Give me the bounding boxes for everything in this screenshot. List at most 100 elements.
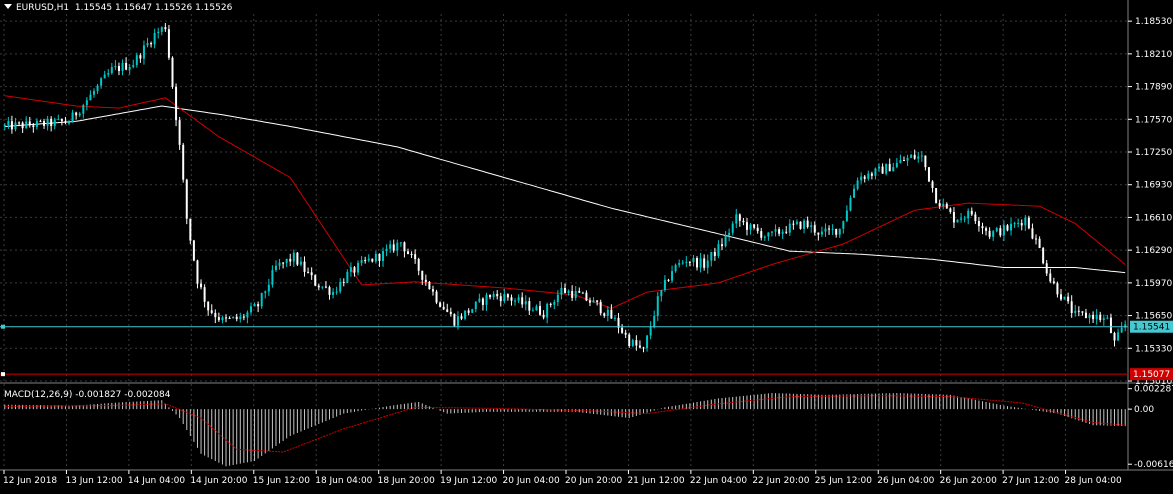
candle-body [963,218,966,220]
candle-body [742,220,745,223]
candle-body [688,261,691,263]
price-tick-label: 1.16930 [1135,181,1172,191]
candle-body [1049,273,1052,282]
candle-body [324,286,327,288]
candle-body [271,270,274,285]
candle-body [799,221,802,229]
candle-body [856,180,859,189]
candle-body [621,327,624,333]
candle-body [21,122,24,129]
candle-body [806,220,809,227]
candle-body [610,309,613,319]
candle-body [1081,311,1084,313]
candle-body [353,267,356,273]
candle-body [346,271,349,283]
candle-body [728,232,731,236]
candle-body [942,203,945,207]
candle-body [642,347,645,349]
candle-body [581,292,584,294]
candle-body [239,316,242,320]
candle-body [1013,223,1016,225]
candle-body [1099,314,1102,320]
candle-body [1124,324,1127,328]
candle-body [1027,217,1030,229]
time-tick-label: 21 Jun 12:00 [627,476,684,486]
candle-body [3,124,6,127]
candle-body [902,160,905,162]
candle-body [410,253,413,255]
candle-body [503,294,506,302]
candle-body [1113,333,1116,341]
candle-body [674,264,677,272]
candle-body [892,167,895,172]
candle-body [738,214,741,221]
price-tick-label: 1.15330 [1135,344,1172,354]
candle-body [28,121,31,126]
chart-canvas[interactable]: 1.18530 1.18210 1.17890 1.17570 1.17250 1.169… [0,0,1173,490]
candle-body [699,258,702,268]
candle-body [1102,318,1105,320]
candle-body [585,292,588,301]
candle-body [988,230,991,237]
candle-body [624,332,627,335]
macd-tick-label: -0.006163 [1134,460,1173,470]
candle-body [899,160,902,163]
candle-body [164,27,167,30]
candle-body [303,261,306,272]
candle-body [1038,238,1041,248]
candle-body [539,306,542,315]
candle-body [731,223,734,233]
candle-body [321,286,324,288]
time-tick-label: 26 Jun 20:00 [940,476,997,486]
candle-body [89,94,92,101]
candle-body [1020,223,1023,226]
candle-body [1042,247,1045,264]
candle-body [403,242,406,252]
candle-body [467,310,470,313]
candle-body [556,294,559,303]
candle-body [756,227,759,232]
candle-body [439,302,442,307]
candle-body [471,309,474,313]
candle-body [424,279,427,282]
candle-body [906,157,909,161]
candle-body [517,297,520,301]
candle-body [810,225,813,227]
candle-body [339,281,342,292]
candle-body [349,267,352,272]
candle-body [478,298,481,302]
candle-body [870,173,873,176]
candle-body [392,244,395,251]
candle-body [564,287,566,293]
current-price-label: 1.15541 [1133,323,1170,333]
candle-body [760,231,763,238]
fast-moving-average-line [4,95,1126,309]
candle-body [774,229,777,232]
candle-body [232,316,235,318]
candle-body [710,251,713,261]
candle-body [1067,296,1070,302]
candle-body [974,214,977,222]
candle-body [285,258,288,263]
marker-line-handle[interactable] [1,372,5,377]
candle-body [1070,301,1073,314]
chart-window[interactable]: 1.18530 1.18210 1.17890 1.17570 1.17250 1.169… [0,0,1173,490]
slow-moving-average-line [4,105,1126,274]
candle-body [14,122,17,130]
candle-body [82,105,85,114]
candle-body [863,176,866,179]
candle-body [32,125,35,128]
dropdown-triangle-icon[interactable] [4,4,12,9]
candle-body [7,121,10,125]
candle-body [970,210,973,215]
candle-body [249,306,252,313]
candle-body [706,260,709,268]
candle-body [506,294,509,298]
candle-body [817,232,820,235]
candle-body [685,261,688,263]
bid-line-handle[interactable] [1,324,5,329]
candle-body [945,203,948,209]
candle-body [528,301,531,311]
candle-body [50,118,53,127]
candle-body [931,181,934,189]
